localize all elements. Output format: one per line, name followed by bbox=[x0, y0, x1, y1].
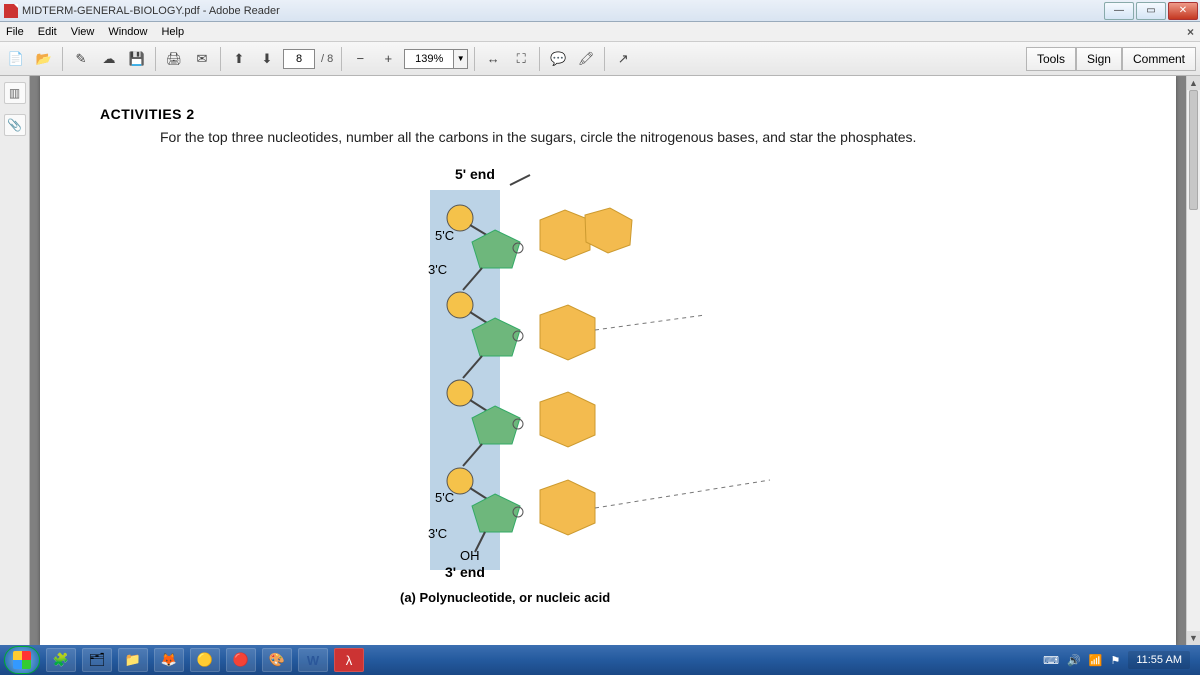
menu-file[interactable]: File bbox=[6, 26, 24, 38]
page-down-icon[interactable]: ⬇ bbox=[255, 47, 279, 71]
sign-panel-button[interactable]: Sign bbox=[1076, 47, 1122, 71]
taskbar: 🧩 🗂 📁 🦊 🟡 🔴 🎨 W λ ⌨ 🔊 📶 ⚑ 11:55 AM bbox=[0, 645, 1200, 675]
label-5c-bottom: 5'C bbox=[435, 490, 454, 505]
separator bbox=[341, 47, 342, 71]
scroll-thumb[interactable] bbox=[1189, 90, 1198, 210]
tray-clock[interactable]: 11:55 AM bbox=[1128, 651, 1190, 669]
separator bbox=[539, 47, 540, 71]
sidebar: ▥ 📎 bbox=[0, 76, 30, 645]
taskbar-explorer-icon[interactable]: 📁 bbox=[118, 648, 148, 672]
minimize-button[interactable]: — bbox=[1104, 2, 1134, 20]
taskbar-firefox-icon[interactable]: 🦊 bbox=[154, 648, 184, 672]
fit-width-icon[interactable]: ↔ bbox=[481, 47, 505, 71]
tools-panel-button[interactable]: Tools bbox=[1026, 47, 1076, 71]
page-total: / 8 bbox=[319, 53, 335, 65]
label-3c-top: 3'C bbox=[428, 262, 447, 277]
page-up-icon[interactable]: ⬆ bbox=[227, 47, 251, 71]
highlight-icon[interactable]: 🖍 bbox=[574, 47, 598, 71]
save-cloud-icon[interactable]: ☁ bbox=[97, 47, 121, 71]
pdf-page: ACTIVITIES 2 For the top three nucleotid… bbox=[40, 76, 1176, 645]
tray-icon-volume[interactable]: 🔊 bbox=[1067, 654, 1081, 667]
read-mode-icon[interactable]: ↗ bbox=[611, 47, 635, 71]
separator bbox=[220, 47, 221, 71]
email-icon[interactable]: ✉ bbox=[190, 47, 214, 71]
document-viewport: ACTIVITIES 2 For the top three nucleotid… bbox=[30, 76, 1186, 645]
tray-icon-network[interactable]: 📶 bbox=[1089, 654, 1103, 667]
windows-orb-icon bbox=[13, 651, 31, 669]
diagram-caption: (a) Polynucleotide, or nucleic acid bbox=[400, 590, 610, 605]
open-icon[interactable]: 📂 bbox=[32, 47, 56, 71]
export-pdf-icon[interactable]: 📄 bbox=[4, 47, 28, 71]
diagram-svg bbox=[400, 170, 920, 600]
window-titlebar: MIDTERM-GENERAL-BIOLOGY.pdf - Adobe Read… bbox=[0, 0, 1200, 22]
scroll-down-icon[interactable]: ▼ bbox=[1187, 631, 1200, 645]
page-number-input[interactable]: 8 bbox=[283, 49, 315, 69]
scroll-up-icon[interactable]: ▲ bbox=[1187, 76, 1200, 90]
page-heading: ACTIVITIES 2 bbox=[100, 106, 1116, 122]
save-icon[interactable]: 💾 bbox=[125, 47, 149, 71]
separator bbox=[155, 47, 156, 71]
label-5c-top: 5'C bbox=[435, 228, 454, 243]
taskbar-opera-icon[interactable]: 🔴 bbox=[226, 648, 256, 672]
window-title: MIDTERM-GENERAL-BIOLOGY.pdf - Adobe Read… bbox=[22, 5, 280, 17]
menu-edit[interactable]: Edit bbox=[38, 26, 57, 38]
comment-panel-button[interactable]: Comment bbox=[1122, 47, 1196, 71]
label-3prime-end: 3' end bbox=[445, 564, 485, 580]
thumbnails-icon[interactable]: ▥ bbox=[4, 82, 26, 104]
zoom-out-icon[interactable]: − bbox=[348, 47, 372, 71]
fit-page-icon[interactable]: ⛶ bbox=[509, 47, 533, 71]
menu-help[interactable]: Help bbox=[161, 26, 184, 38]
toolbar: 📄 📂 ✎ ☁ 💾 🖨 ✉ ⬆ ⬇ 8 / 8 − + 139% ▼ ↔ ⛶ 💬… bbox=[0, 42, 1200, 76]
label-oh: OH bbox=[460, 548, 480, 563]
taskbar-app-2[interactable]: 🗂 bbox=[82, 648, 112, 672]
system-tray: ⌨ 🔊 📶 ⚑ 11:55 AM bbox=[1043, 651, 1196, 669]
comment-icon[interactable]: 💬 bbox=[546, 47, 570, 71]
taskbar-app-1[interactable]: 🧩 bbox=[46, 648, 76, 672]
pdf-icon bbox=[4, 4, 18, 18]
maximize-button[interactable]: ▭ bbox=[1136, 2, 1166, 20]
menu-view[interactable]: View bbox=[71, 26, 95, 38]
edit-icon[interactable]: ✎ bbox=[69, 47, 93, 71]
label-5prime-end: 5' end bbox=[455, 166, 495, 182]
separator bbox=[62, 47, 63, 71]
nucleotide-diagram: 5' end 5'C 3'C 5'C 3'C OH 3' end (a) Pol… bbox=[400, 170, 920, 600]
menubar: File Edit View Window Help × bbox=[0, 22, 1200, 42]
taskbar-word-icon[interactable]: W bbox=[298, 648, 328, 672]
attachments-icon[interactable]: 📎 bbox=[4, 114, 26, 136]
taskbar-chrome-icon[interactable]: 🟡 bbox=[190, 648, 220, 672]
zoom-dropdown-icon[interactable]: ▼ bbox=[454, 49, 468, 69]
tray-icon-flag[interactable]: ⚑ bbox=[1110, 654, 1120, 667]
close-doc-button[interactable]: × bbox=[1187, 25, 1194, 39]
tray-icon-keyboard[interactable]: ⌨ bbox=[1043, 654, 1059, 667]
separator bbox=[604, 47, 605, 71]
taskbar-paint-icon[interactable]: 🎨 bbox=[262, 648, 292, 672]
label-3c-bottom: 3'C bbox=[428, 526, 447, 541]
vertical-scrollbar[interactable]: ▲ ▼ bbox=[1186, 76, 1200, 645]
menu-window[interactable]: Window bbox=[108, 26, 147, 38]
close-button[interactable]: ✕ bbox=[1168, 2, 1198, 20]
start-button[interactable] bbox=[4, 646, 40, 674]
instruction-text: For the top three nucleotides, number al… bbox=[160, 128, 1060, 148]
taskbar-reader-icon[interactable]: λ bbox=[334, 648, 364, 672]
zoom-in-icon[interactable]: + bbox=[376, 47, 400, 71]
print-icon[interactable]: 🖨 bbox=[162, 47, 186, 71]
separator bbox=[474, 47, 475, 71]
zoom-field[interactable]: 139% bbox=[404, 49, 454, 69]
